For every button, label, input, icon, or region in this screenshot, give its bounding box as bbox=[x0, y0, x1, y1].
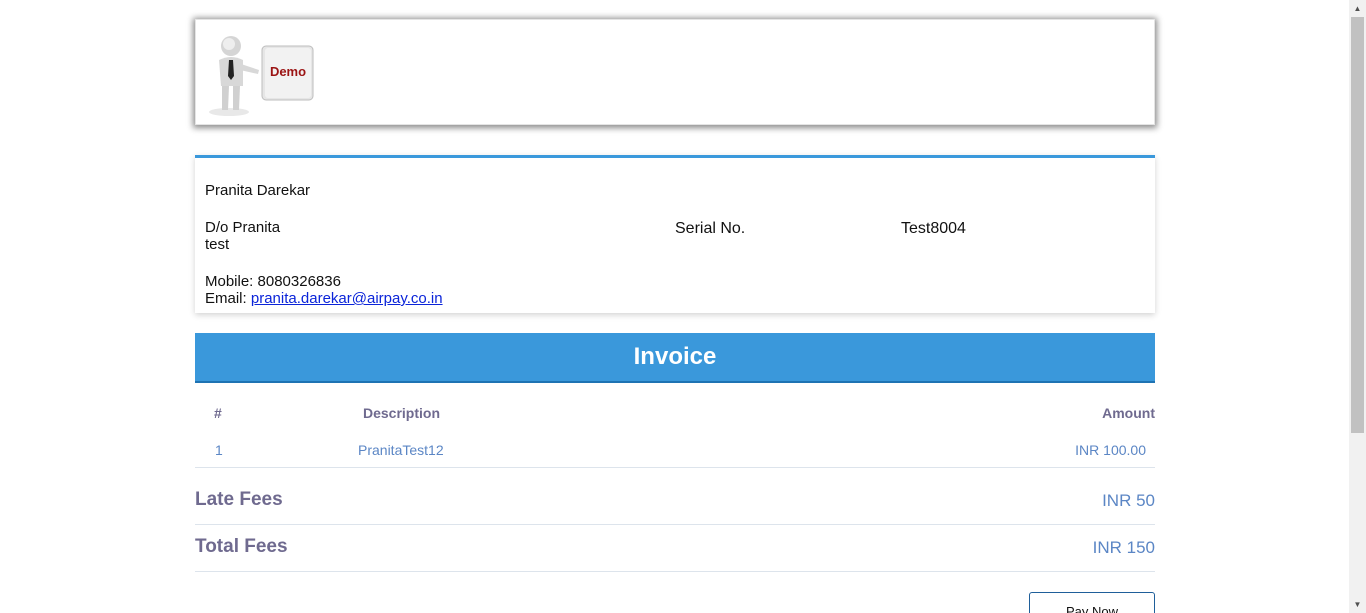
pay-now-button[interactable]: Pay Now bbox=[1029, 592, 1155, 613]
total-fees-value: INR 150 bbox=[1092, 538, 1155, 557]
total-fees-divider bbox=[195, 571, 1155, 572]
scroll-up-arrow-icon[interactable]: ▲ bbox=[1349, 0, 1366, 17]
late-fees-label: Late Fees bbox=[195, 489, 283, 510]
customer-address: test bbox=[205, 236, 230, 253]
scrollbar-thumb[interactable] bbox=[1351, 17, 1364, 433]
header-card: Demo bbox=[195, 19, 1155, 125]
customer-info-card: Pranita Darekar D/o Pranita test Mobile:… bbox=[195, 155, 1155, 313]
invoice-title: Invoice bbox=[195, 333, 1155, 383]
late-fees-divider bbox=[195, 524, 1155, 525]
email-label: Email: bbox=[205, 290, 247, 307]
mobile-value: 8080326836 bbox=[257, 273, 341, 290]
row-description: PranitaTest12 bbox=[358, 442, 444, 458]
customer-email: Email: pranita.darekar@airpay.co.in bbox=[205, 290, 443, 307]
total-fees-label: Total Fees bbox=[195, 536, 288, 557]
row-amount: INR 100.00 bbox=[1075, 442, 1146, 458]
mobile-label: Mobile: bbox=[205, 273, 254, 290]
logo-text: Demo bbox=[270, 64, 306, 79]
customer-name: Pranita Darekar bbox=[205, 182, 311, 199]
scroll-down-arrow-icon[interactable]: ▼ bbox=[1349, 596, 1366, 613]
column-header-amount: Amount bbox=[1102, 405, 1155, 421]
column-header-number: # bbox=[214, 405, 222, 421]
customer-mobile: Mobile: 8080326836 bbox=[205, 273, 341, 290]
serial-label: Serial No. bbox=[675, 220, 746, 237]
email-link[interactable]: pranita.darekar@airpay.co.in bbox=[251, 290, 443, 307]
late-fees-value: INR 50 bbox=[1102, 491, 1155, 510]
vertical-scrollbar[interactable]: ▲ ▼ bbox=[1349, 0, 1366, 613]
serial-value: Test8004 bbox=[901, 220, 966, 237]
customer-relation: D/o Pranita bbox=[205, 219, 281, 236]
row-number: 1 bbox=[215, 442, 223, 458]
presenter-with-demo-board-icon: Demo bbox=[209, 36, 314, 116]
column-header-description: Description bbox=[363, 405, 441, 421]
row-divider bbox=[195, 467, 1155, 468]
